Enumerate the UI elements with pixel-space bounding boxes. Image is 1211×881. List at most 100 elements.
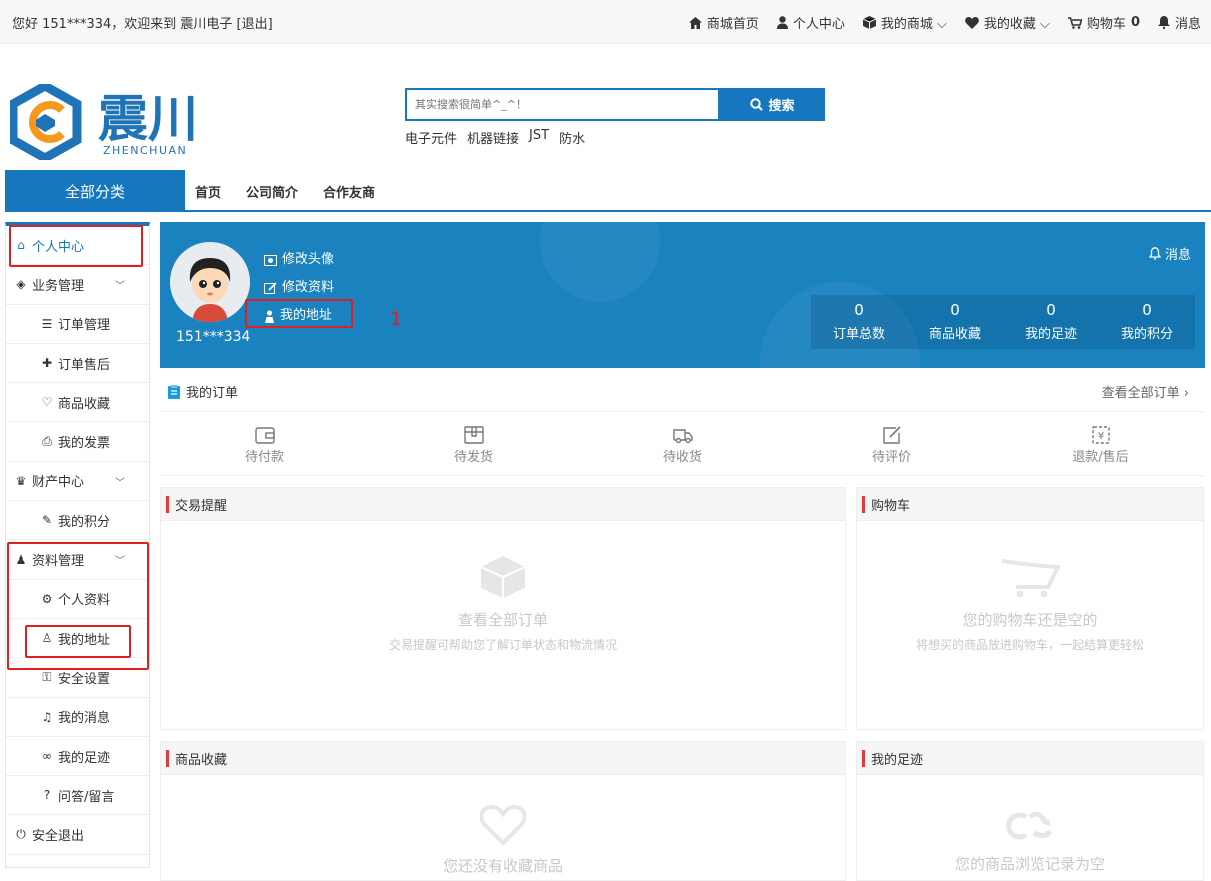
sidebar-item[interactable]: ∞ 我的足迹 — [6, 737, 149, 777]
home-icon — [688, 16, 702, 29]
sidebar-item-icon: ◈ — [16, 277, 26, 292]
change-avatar-link[interactable]: 修改头像 — [264, 246, 334, 274]
stat-favorites[interactable]: 0 商品收藏 — [907, 295, 1003, 349]
sidebar-item-label: 订单售后 — [58, 357, 111, 373]
top-nav-favorites[interactable]: 我的收藏 ⌵ — [965, 13, 1050, 32]
empty-title[interactable]: 查看全部订单 — [161, 609, 845, 630]
stat-label: 商品收藏 — [928, 327, 981, 342]
banner-decoration — [540, 222, 660, 302]
stat-label: 订单总数 — [832, 327, 885, 342]
status-pending-payment[interactable]: 待付款 — [160, 418, 369, 475]
stat-orders[interactable]: 0 订单总数 — [811, 295, 907, 349]
top-nav-home[interactable]: 商城首页 — [688, 13, 759, 32]
sidebar-item-icon: ✚ — [41, 356, 53, 371]
banner-message-link[interactable]: 消息 — [1148, 244, 1191, 263]
sidebar-item[interactable]: ✚ 订单售后 — [6, 344, 149, 384]
nav-link-home[interactable]: 首页 — [195, 182, 221, 201]
site-logo[interactable]: 震川 ZHENCHUAN — [8, 80, 225, 164]
top-nav-my-mall[interactable]: 我的商城 ⌵ — [862, 13, 947, 32]
nav-link-partners[interactable]: 合作友商 — [323, 182, 375, 201]
panel-title: 商品收藏 — [175, 752, 228, 768]
truck-icon — [672, 429, 693, 444]
chevron-down-icon[interactable]: ﹀ — [115, 277, 125, 292]
welcome-text[interactable]: 您好 151***334，欢迎来到 震川电子 [退出] — [12, 13, 273, 32]
empty-desc: 将想买的商品放进购物车，一起结算更轻松 — [915, 638, 1144, 652]
wallet-icon — [254, 427, 275, 444]
sidebar-item-label: 订单管理 — [58, 318, 111, 334]
sidebar-item[interactable]: ⏻ 安全退出 — [6, 815, 149, 855]
panel-header: 购物车 — [857, 488, 1203, 521]
edit-icon — [882, 426, 901, 444]
empty-title: 您的商品浏览记录为空 — [954, 855, 1105, 873]
sidebar-item[interactable]: ☰ 订单管理 — [6, 305, 149, 344]
empty-title: 您的购物车还是空的 — [962, 611, 1098, 629]
stat-footprints[interactable]: 0 我的足迹 — [1003, 295, 1099, 349]
sidebar-item[interactable]: ◈ 业务管理 ﹀ — [6, 265, 149, 305]
my-orders-header: 我的订单 查看全部订单 › — [160, 372, 1205, 412]
panel-title: 购物车 — [871, 498, 911, 514]
top-nav-messages[interactable]: 消息 — [1157, 13, 1201, 32]
all-categories-button[interactable]: 全部分类 — [5, 170, 185, 212]
change-avatar-label: 修改头像 — [282, 252, 335, 267]
sidebar-item[interactable]: ? 问答/留言 — [6, 776, 149, 816]
avatar[interactable] — [170, 242, 250, 322]
top-nav-cart[interactable]: 购物车 0 — [1067, 13, 1140, 32]
order-status-bar: 待付款 待发货 待收货 待评价 ¥ 退款/售后 — [160, 418, 1205, 476]
cart-panel: 购物车 您的购物车还是空的 将想买的商品放进购物车，一起结算更轻松 — [856, 487, 1204, 730]
status-pending-review[interactable]: 待评价 — [787, 418, 996, 475]
heart-icon — [479, 804, 527, 846]
cart-icon — [1001, 559, 1062, 598]
user-icon — [776, 16, 788, 29]
sidebar-item[interactable]: ♡ 商品收藏 — [6, 383, 149, 423]
view-all-orders-link[interactable]: 查看全部订单 › — [1102, 382, 1189, 401]
status-label: 待评价 — [871, 450, 911, 465]
sidebar-item[interactable]: ✎ 我的积分 — [6, 501, 149, 541]
nav-links: 首页 公司简介 合作友商 — [195, 182, 375, 201]
chevron-down-icon[interactable]: ﹀ — [115, 474, 125, 489]
box-icon — [463, 426, 484, 444]
sidebar-item-icon: ⎙ — [42, 434, 52, 449]
search-button[interactable]: 搜索 — [720, 88, 825, 121]
annotation-box-my-address-banner — [245, 299, 353, 328]
sidebar-item-icon: ✎ — [41, 513, 53, 528]
hot-word[interactable]: 机器链接 — [467, 128, 519, 147]
empty-desc: 交易提醒可帮助您了解订单状态和物流情况 — [388, 638, 617, 652]
sidebar-item-icon: ☰ — [41, 316, 53, 331]
sidebar-item-icon: ? — [43, 788, 51, 803]
edit-profile-link[interactable]: 修改资料 — [264, 274, 334, 302]
sidebar-item-label: 我的积分 — [58, 514, 111, 530]
sidebar-item-icon: ⏻ — [16, 827, 26, 842]
heart-icon — [965, 16, 979, 29]
hot-word[interactable]: JST — [529, 128, 549, 147]
status-pending-shipment[interactable]: 待发货 — [369, 418, 578, 475]
status-refund[interactable]: ¥ 退款/售后 — [996, 418, 1205, 475]
sidebar-item[interactable]: ⎙ 我的发票 — [6, 422, 149, 462]
sidebar-item-icon: ♛ — [15, 473, 27, 488]
sidebar-item-icon: ⚿ — [42, 669, 52, 684]
top-nav-messages-label: 消息 — [1174, 17, 1201, 32]
cube-icon — [480, 556, 526, 598]
sidebar-item-icon: ∞ — [42, 749, 52, 763]
hot-word[interactable]: 防水 — [559, 128, 585, 147]
hot-word[interactable]: 电子元件 — [405, 128, 457, 147]
sidebar-item-label: 安全设置 — [58, 671, 111, 687]
sidebar-item[interactable]: ♫ 我的消息 — [6, 698, 149, 737]
refund-icon: ¥ — [1091, 426, 1110, 444]
stat-points[interactable]: 0 我的积分 — [1099, 295, 1195, 349]
status-pending-receipt[interactable]: 待收货 — [578, 418, 787, 475]
search-input[interactable] — [405, 88, 720, 121]
sidebar-item[interactable]: ♛ 财产中心 ﹀ — [6, 462, 149, 502]
bell-icon — [1157, 16, 1170, 29]
top-nav-mall-label: 我的商城 ⌵ — [880, 17, 947, 32]
nav-link-about[interactable]: 公司简介 — [246, 182, 298, 201]
profile-banner: 151***334 修改头像 修改资料 我的地址 消息 0 订单总数 0 商品收藏 … — [160, 222, 1205, 368]
favorites-panel: 商品收藏 您还没有收藏商品 — [160, 741, 846, 881]
stat-value: 0 — [1142, 301, 1152, 319]
stat-value: 0 — [854, 301, 864, 319]
annotation-box-my-address-side — [25, 625, 131, 658]
sidebar-item-icon: ♡ — [41, 395, 53, 410]
search-icon — [750, 98, 764, 111]
empty-state: 查看全部订单 交易提醒可帮助您了解订单状态和物流情况 — [161, 521, 845, 653]
cube-icon — [862, 16, 876, 29]
top-nav-user-center[interactable]: 个人中心 — [776, 13, 845, 32]
